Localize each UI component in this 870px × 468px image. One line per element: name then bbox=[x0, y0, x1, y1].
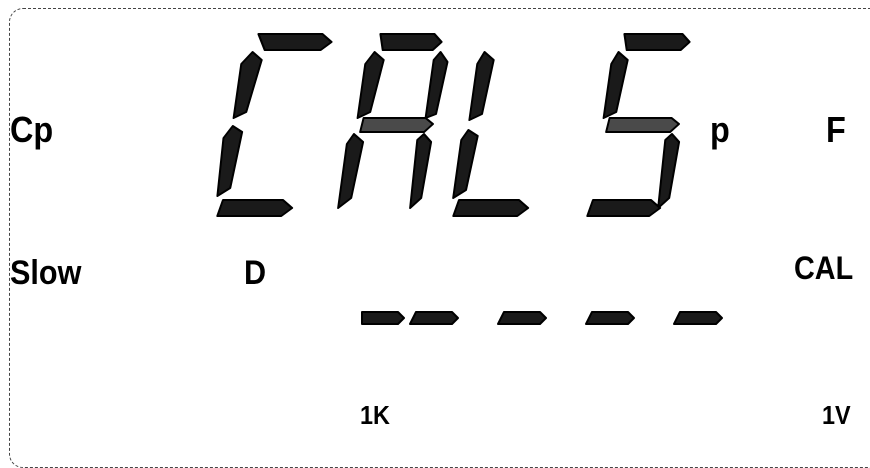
char-C bbox=[216, 33, 333, 217]
char-S bbox=[586, 33, 691, 217]
main-readout bbox=[216, 33, 723, 325]
speed-label: Slow bbox=[10, 254, 82, 292]
secondary-readout-dashes bbox=[361, 311, 723, 325]
char-L bbox=[452, 51, 530, 217]
unit-label: F bbox=[826, 109, 846, 150]
primary-param-label: Cp bbox=[10, 109, 54, 150]
frequency-label: 1K bbox=[360, 400, 390, 430]
voltage-label: 1V bbox=[822, 400, 851, 430]
mode-label: CAL bbox=[794, 250, 854, 286]
char-A bbox=[337, 33, 449, 209]
secondary-param-label: D bbox=[244, 254, 267, 292]
prefix-label: p bbox=[710, 109, 730, 150]
